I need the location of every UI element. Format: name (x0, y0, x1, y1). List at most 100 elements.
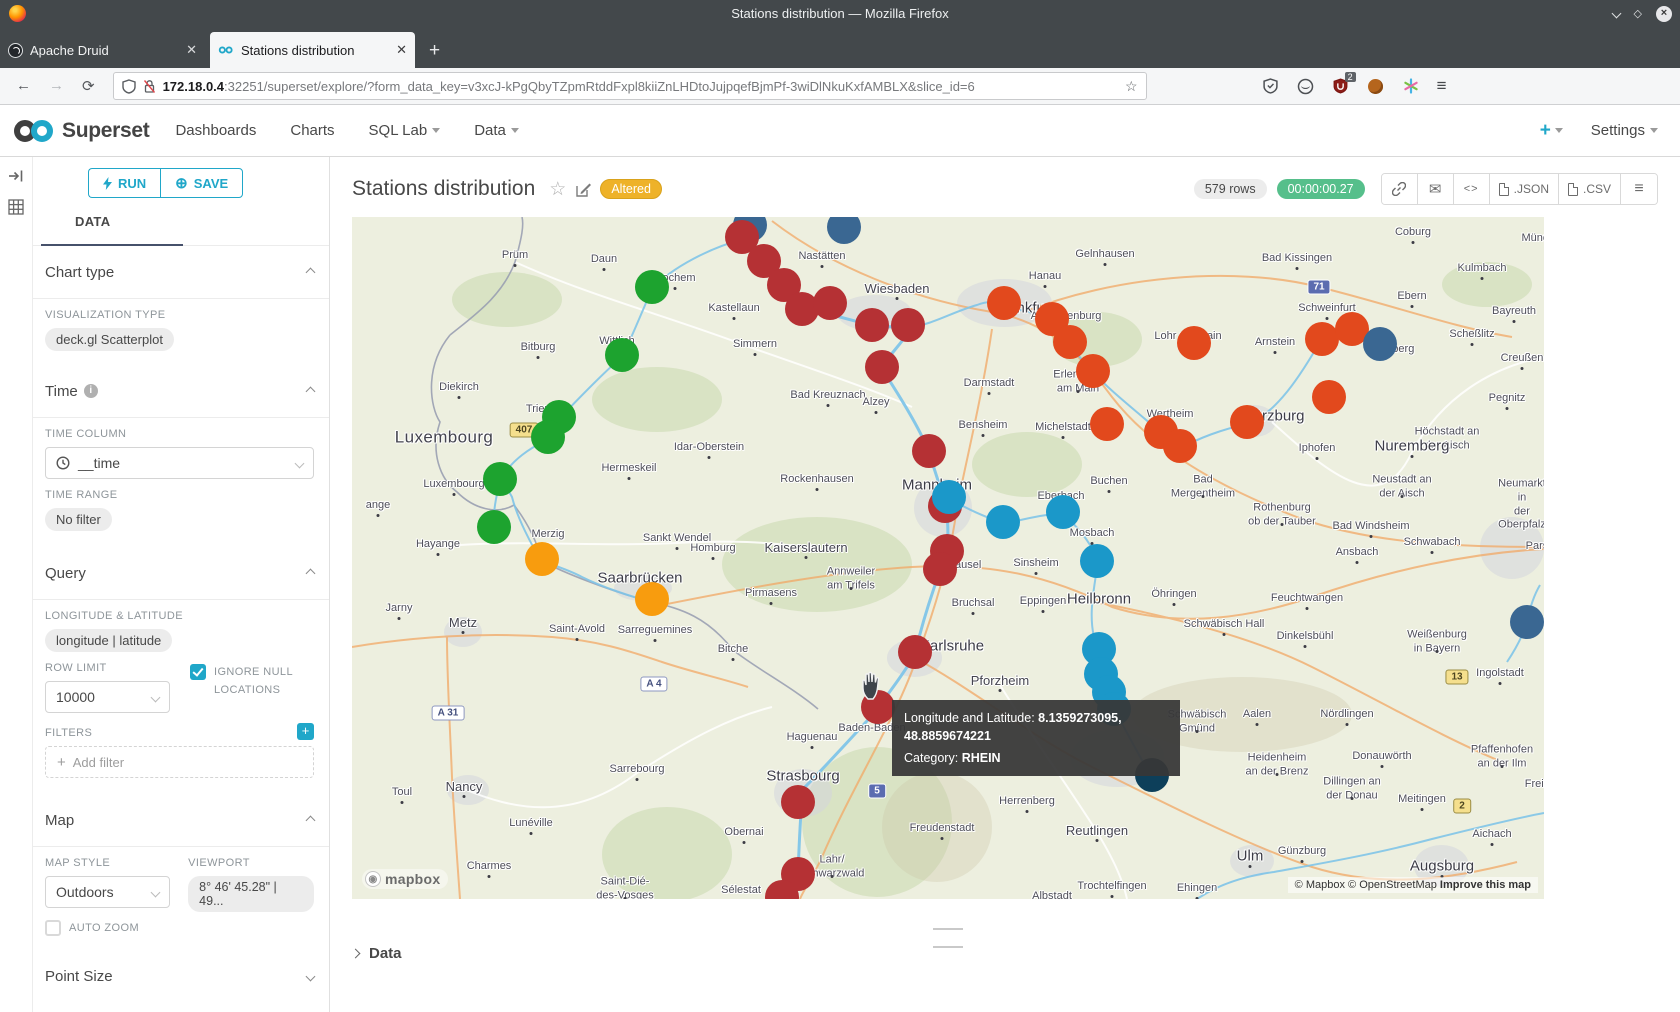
viz-type-value[interactable]: deck.gl Scatterplot (45, 328, 174, 351)
station-dot-rhein[interactable] (898, 635, 932, 669)
station-dot-mosel[interactable] (483, 462, 517, 496)
station-dot-rhein[interactable] (813, 286, 847, 320)
station-dot-neckar[interactable] (1046, 495, 1080, 529)
extension-asterisk-icon[interactable] (1402, 77, 1420, 95)
nav-data[interactable]: Data (474, 122, 519, 139)
viewport-value[interactable]: 8° 46' 45.28" | 49... (188, 876, 314, 912)
bookmark-star-icon[interactable]: ☆ (1125, 78, 1138, 95)
tab-data[interactable]: DATA (75, 214, 110, 229)
edit-icon[interactable] (576, 182, 591, 197)
settings-menu[interactable]: Settings (1591, 122, 1658, 139)
station-dot-main[interactable] (987, 286, 1021, 320)
datasource-grid-icon[interactable] (8, 199, 24, 215)
pocket-shield-icon[interactable] (1262, 77, 1280, 95)
section-time[interactable]: Timei (45, 365, 314, 417)
map-city-label: Freis (1525, 778, 1544, 792)
altered-badge[interactable]: Altered (600, 179, 662, 199)
tab-close-icon[interactable]: ✕ (396, 42, 407, 58)
add-new-button[interactable]: + (1540, 120, 1563, 142)
email-button[interactable]: ✉ (1418, 174, 1454, 204)
window-maximize-icon[interactable]: ◇ (1634, 7, 1642, 20)
auto-zoom-checkbox[interactable] (45, 920, 61, 936)
map-city-dot (1276, 773, 1279, 776)
ignore-null-checkbox[interactable] (190, 664, 206, 680)
export-json-button[interactable]: .JSON (1490, 174, 1559, 204)
add-filter-plus-button[interactable]: + (297, 723, 314, 740)
nav-charts[interactable]: Charts (290, 122, 334, 139)
attribution-mapbox[interactable]: © Mapbox (1295, 879, 1345, 891)
station-dot-donau[interactable] (1363, 327, 1397, 361)
station-dot-mosel[interactable] (531, 420, 565, 454)
station-dot-main[interactable] (1177, 326, 1211, 360)
section-query[interactable]: Query (45, 547, 314, 599)
cookie-icon[interactable] (1367, 77, 1385, 95)
ublock-icon[interactable]: 2 (1332, 77, 1350, 95)
station-dot-main[interactable] (1230, 405, 1264, 439)
new-tab-button[interactable]: + (429, 40, 440, 62)
map-city-dot (988, 392, 991, 395)
privacy-mask-icon[interactable] (1297, 77, 1315, 95)
map-style-select[interactable]: Outdoors (45, 876, 170, 908)
station-dot-neckar[interactable] (986, 505, 1020, 539)
station-dot-rhein[interactable] (781, 785, 815, 819)
superset-logo[interactable]: Superset (13, 119, 149, 143)
station-dot-rhein[interactable] (865, 350, 899, 384)
station-dot-rhein[interactable] (923, 552, 957, 586)
url-text[interactable]: 172.18.0.4:32251/superset/explore/?form_… (163, 79, 1118, 94)
insecure-lock-icon[interactable] (143, 79, 156, 94)
more-options-button[interactable]: ≡ (1621, 174, 1657, 204)
section-point-size[interactable]: Point Size (45, 950, 314, 1002)
station-dot-saar[interactable] (525, 542, 559, 576)
attribution-osm[interactable]: © OpenStreetMap (1348, 879, 1437, 891)
nav-sql-lab[interactable]: SQL Lab (369, 122, 441, 139)
attribution-improve-link[interactable]: Improve this map (1440, 879, 1531, 891)
station-dot-mosel[interactable] (477, 510, 511, 544)
copy-link-button[interactable] (1382, 174, 1418, 204)
station-dot-rhein[interactable] (891, 308, 925, 342)
map-canvas[interactable]: PrümDaunCochemKastellaunNastättenWiesbad… (352, 217, 1544, 899)
tab-close-icon[interactable]: ✕ (186, 42, 197, 58)
embed-code-button[interactable]: <> (1454, 174, 1490, 204)
save-button[interactable]: ⊕ SAVE (160, 168, 243, 198)
map-city-label: Neumarkt in der Oberpfalz (1498, 478, 1544, 533)
station-dot-neckar[interactable] (932, 480, 966, 514)
url-bar[interactable]: 172.18.0.4:32251/superset/explore/?form_… (113, 72, 1147, 100)
panel-resize-handle[interactable] (352, 919, 1544, 955)
favorite-star-icon[interactable]: ☆ (549, 178, 566, 201)
station-dot-main[interactable] (1090, 407, 1124, 441)
station-dot-main[interactable] (1312, 380, 1346, 414)
add-filter-box[interactable]: + Add filter (45, 746, 314, 778)
station-dot-rhein[interactable] (912, 434, 946, 468)
station-dot-main[interactable] (1305, 322, 1339, 356)
time-column-select[interactable]: __time (45, 447, 314, 479)
tab-stations-distribution[interactable]: Stations distribution ✕ (210, 32, 415, 68)
station-dot-donau[interactable] (1510, 605, 1544, 639)
section-map[interactable]: Map (45, 794, 314, 846)
station-dot-mosel[interactable] (635, 270, 669, 304)
window-minimize-icon[interactable] (1611, 9, 1621, 19)
shield-icon[interactable] (122, 79, 136, 94)
station-dot-neckar[interactable] (1080, 544, 1114, 578)
run-button[interactable]: RUN (88, 168, 160, 198)
station-dot-main[interactable] (1053, 325, 1087, 359)
window-close-icon[interactable]: × (1656, 6, 1672, 22)
expand-panel-icon[interactable] (8, 169, 24, 183)
time-range-value[interactable]: No filter (45, 508, 112, 531)
back-button[interactable]: ← (16, 77, 31, 95)
nav-dashboards[interactable]: Dashboards (175, 122, 256, 139)
station-dot-rhein[interactable] (855, 308, 889, 342)
menu-icon[interactable]: ≡ (1437, 76, 1447, 96)
export-csv-button[interactable]: .CSV (1559, 174, 1621, 204)
row-limit-select[interactable]: 10000 (45, 681, 170, 713)
tab-apache-druid[interactable]: Apache Druid ✕ (0, 32, 205, 68)
mapbox-logo[interactable]: ◉ mapbox (362, 869, 448, 889)
reload-button[interactable]: ⟳ (82, 77, 95, 95)
station-dot-saar[interactable] (635, 582, 669, 616)
station-dot-main[interactable] (1163, 429, 1197, 463)
forward-button[interactable]: → (49, 77, 64, 95)
lonlat-value[interactable]: longitude | latitude (45, 629, 172, 652)
station-dot-main[interactable] (1076, 354, 1110, 388)
data-section-header[interactable]: Data (352, 945, 402, 962)
section-chart-type[interactable]: Chart type (45, 246, 314, 298)
station-dot-mosel[interactable] (605, 338, 639, 372)
